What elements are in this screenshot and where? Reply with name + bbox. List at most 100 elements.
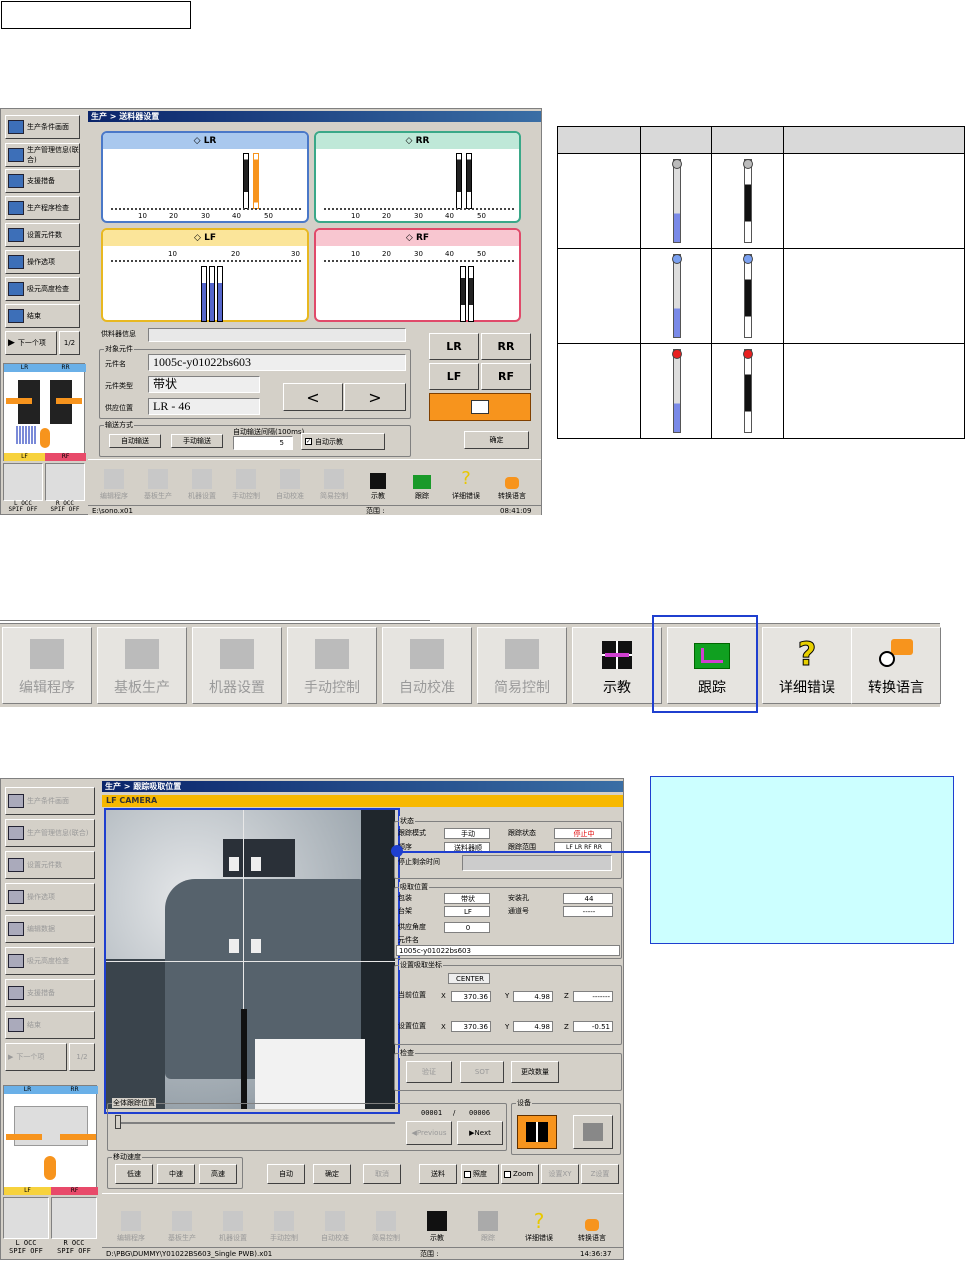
verify-button[interactable]: 验证 <box>406 1061 452 1083</box>
set-z-input[interactable]: -0.51 <box>573 1021 613 1032</box>
rf-button[interactable]: RF <box>481 363 531 390</box>
toolbar-machine-setup[interactable]: 机器设置 <box>180 460 224 504</box>
zoom-checkbox[interactable]: Zoom <box>501 1164 539 1184</box>
sidebar2-item-edit-data[interactable]: 编辑数据 <box>5 915 95 943</box>
sidebar-item-production-info[interactable]: 生产管理信息(联合) <box>5 143 80 167</box>
set-z-button[interactable]: Z设置 <box>581 1164 619 1184</box>
grid-view-button[interactable] <box>517 1115 557 1149</box>
next-item-button[interactable]: ▶ 下一个项 <box>5 331 57 355</box>
previous-button[interactable]: ◀ Previous <box>406 1121 452 1145</box>
big-toolbar-manual-control[interactable]: 手动控制 <box>287 627 377 704</box>
auto-button[interactable]: 自动 <box>267 1164 305 1184</box>
sidebar2-item-exit[interactable]: 结束 <box>5 1011 95 1039</box>
set-x-input[interactable]: 370.36 <box>451 1021 491 1032</box>
toolbar-error-detail[interactable]: ? 详细错误 <box>444 460 488 504</box>
prev-button[interactable]: < <box>283 383 343 411</box>
set-y-input[interactable]: 4.98 <box>513 1021 553 1032</box>
big-toolbar-error-detail[interactable]: ? 详细错误 <box>762 627 852 704</box>
toolbar-board-production[interactable]: 基板生产 <box>136 460 180 504</box>
toolbar-manual-control[interactable]: 手动控制 <box>224 460 268 504</box>
panel-lf[interactable]: ◇ LF 10 20 30 <box>101 228 309 322</box>
lf-button[interactable]: LF <box>429 363 479 390</box>
next-item-button[interactable]: ▶ 下一个项 <box>5 1043 67 1071</box>
rr-button[interactable]: RR <box>481 333 531 360</box>
sidebar2-item-height-check[interactable]: 吸元高度检查 <box>5 947 95 975</box>
big-toolbar-language[interactable]: 转换语言 <box>851 627 941 704</box>
page-indicator-button[interactable]: 1/2 <box>59 331 80 355</box>
nozzle-view-button[interactable] <box>573 1115 613 1149</box>
auto-display-checkbox[interactable]: ✓ 自动示教 <box>301 433 385 450</box>
confirm-button[interactable]: 确定 <box>313 1164 351 1184</box>
track-slider[interactable] <box>117 1122 395 1124</box>
toolbar2-auto-calibrate[interactable]: 自动校准 <box>310 1194 360 1246</box>
toolbar-edit-program[interactable]: 编辑程序 <box>92 460 136 504</box>
big-toolbar-simple-control[interactable]: 简易控制 <box>477 627 567 704</box>
cancel-button[interactable]: 取消 <box>363 1164 401 1184</box>
ruler <box>111 260 301 262</box>
sidebar-item-height-check[interactable]: 吸元高度检查 <box>5 277 80 301</box>
toolbar2-language[interactable]: 转换语言 <box>565 1194 619 1246</box>
sidebar-item-production-condition[interactable]: 生产条件画面 <box>5 115 80 139</box>
toolbar2-simple-control[interactable]: 简易控制 <box>361 1194 411 1246</box>
panel-rf[interactable]: ◇ RF 10 20 30 40 50 <box>314 228 521 322</box>
confirm-button[interactable]: 确定 <box>464 431 529 449</box>
feeder-slot[interactable] <box>468 266 474 322</box>
sidebar-item-exit[interactable]: 结束 <box>5 304 80 328</box>
toolbar-language[interactable]: 转换语言 <box>488 460 536 504</box>
feeder-slot[interactable] <box>209 266 215 322</box>
big-toolbar-board-production[interactable]: 基板生产 <box>97 627 187 704</box>
toolbar2-track[interactable]: 跟踪 <box>463 1194 513 1246</box>
feeder-slot-selected[interactable] <box>253 153 259 209</box>
track-slider-thumb[interactable] <box>115 1115 121 1129</box>
toolbar2-board-production[interactable]: 基板生产 <box>157 1194 207 1246</box>
feeder-slot[interactable] <box>466 153 472 209</box>
feeder-view-button[interactable] <box>429 393 531 421</box>
next-button[interactable]: > <box>344 383 406 411</box>
big-toolbar-teach[interactable]: 示教 <box>572 627 662 704</box>
change-qty-button[interactable]: 更改数量 <box>511 1061 559 1083</box>
sidebar2-item-production-condition[interactable]: 生产条件画面 <box>5 787 95 815</box>
minimap: LR RR LF RF <box>3 1085 98 1195</box>
panel-rr[interactable]: ◇ RR 10 20 30 40 50 <box>314 131 521 223</box>
toolbar-teach[interactable]: 示教 <box>356 460 400 504</box>
toolbar2-edit-program[interactable]: 编辑程序 <box>106 1194 156 1246</box>
panel-lr[interactable]: ◇ LR 10 20 30 40 50 <box>101 131 309 223</box>
toolbar-simple-control[interactable]: 简易控制 <box>312 460 356 504</box>
lr-button[interactable]: LR <box>429 333 479 360</box>
set-xy-button[interactable]: 设置XY <box>541 1164 579 1184</box>
sidebar-item-support[interactable]: 支援措备 <box>5 169 80 193</box>
mid-speed-button[interactable]: 中速 <box>157 1164 195 1184</box>
legend-header-cell <box>557 126 641 154</box>
toolbar2-machine-setup[interactable]: 机器设置 <box>208 1194 258 1246</box>
high-speed-button[interactable]: 高速 <box>199 1164 237 1184</box>
toolbar-auto-calibrate[interactable]: 自动校准 <box>268 460 312 504</box>
big-toolbar-machine-setup[interactable]: 机器设置 <box>192 627 282 704</box>
big-toolbar-auto-calibrate[interactable]: 自动校准 <box>382 627 472 704</box>
feeder-slot[interactable] <box>243 153 249 209</box>
toolbar2-error-detail[interactable]: ? 详细错误 <box>514 1194 564 1246</box>
send-button[interactable]: 送料 <box>419 1164 457 1184</box>
manual-send-button[interactable]: 手动输送 <box>171 434 223 448</box>
feeder-slot[interactable] <box>460 266 466 322</box>
low-speed-button[interactable]: 低速 <box>115 1164 153 1184</box>
sidebar2-item-parts-count[interactable]: 设置元件数 <box>5 851 95 879</box>
sidebar2-item-production-info[interactable]: 生产管理信息(联合) <box>5 819 95 847</box>
toolbar2-teach[interactable]: 示教 <box>412 1194 462 1246</box>
big-toolbar-edit-program[interactable]: 编辑程序 <box>2 627 92 704</box>
sidebar-item-operation-option[interactable]: 操作选项 <box>5 250 80 274</box>
auto-send-button[interactable]: 自动输送 <box>109 434 161 448</box>
feeder-slot[interactable] <box>217 266 223 322</box>
feeder-slot[interactable] <box>201 266 207 322</box>
interval-input[interactable]: 5 <box>233 436 293 450</box>
page-indicator-button[interactable]: 1/2 <box>69 1043 95 1071</box>
toolbar-track[interactable]: 跟踪 <box>400 460 444 504</box>
light-checkbox[interactable]: 照度 <box>461 1164 499 1184</box>
feeder-slot[interactable] <box>456 153 462 209</box>
sidebar-item-program-check[interactable]: 生产程序检查 <box>5 196 80 220</box>
sidebar2-item-operation-option[interactable]: 操作选项 <box>5 883 95 911</box>
sidebar-item-parts-count[interactable]: 设置元件数 <box>5 223 80 247</box>
sot-button[interactable]: SOT <box>460 1061 504 1083</box>
next-track-button[interactable]: ▶ Next <box>457 1121 503 1145</box>
sidebar2-item-support[interactable]: 支援措备 <box>5 979 95 1007</box>
toolbar2-manual-control[interactable]: 手动控制 <box>259 1194 309 1246</box>
